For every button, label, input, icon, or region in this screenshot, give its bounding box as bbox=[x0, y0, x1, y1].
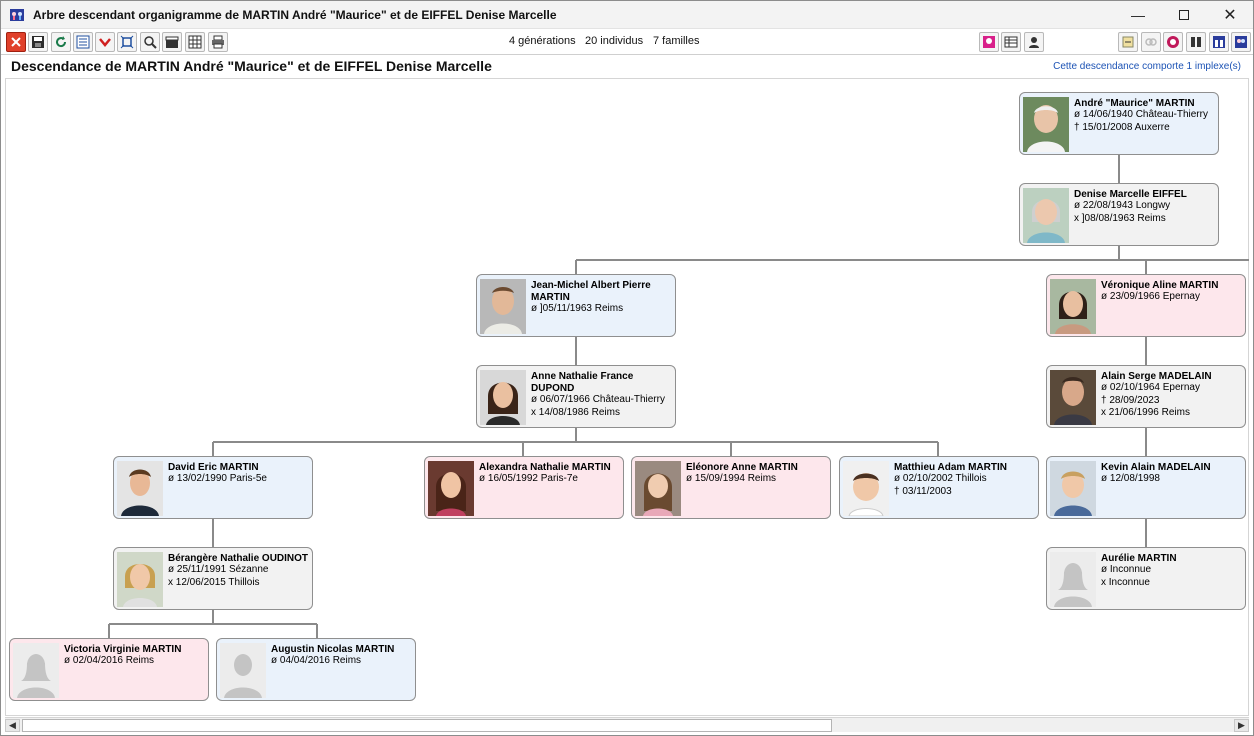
birth-info: ø ]05/11/1963 Reims bbox=[531, 303, 624, 314]
person-name: Jean-Michel Albert Pierre MARTIN bbox=[531, 280, 651, 303]
birth-info: ø 16/05/1992 Paris-7e bbox=[479, 473, 578, 484]
person-card-veronique-martin[interactable]: Véronique Aline MARTIN ø 23/09/1966 Eper… bbox=[1046, 274, 1246, 337]
photo-young-woman bbox=[117, 552, 163, 607]
person-card-matthieu-martin[interactable]: Matthieu Adam MARTIN ø 02/10/2002 Thillo… bbox=[839, 456, 1039, 519]
scrollbar-thumb[interactable] bbox=[22, 719, 832, 732]
placeholder-male-avatar bbox=[220, 643, 266, 698]
scroll-left-button[interactable]: ◀ bbox=[5, 719, 20, 732]
birth-info: ø 04/04/2016 Reims bbox=[271, 655, 362, 666]
person-card-victoria-martin[interactable]: Victoria Virginie MARTIN ø 02/04/2016 Re… bbox=[9, 638, 209, 701]
photo-boy bbox=[1050, 461, 1096, 516]
chevron-left-icon: ◀ bbox=[9, 720, 16, 730]
birth-info: ø 13/02/1990 Paris-5e bbox=[168, 473, 267, 484]
photo-young-man bbox=[117, 461, 163, 516]
horizontal-scrollbar[interactable]: ◀ ▶ bbox=[5, 717, 1249, 732]
person-card-alain-madelain[interactable]: Alain Serge MADELAIN ø 02/10/1964 Eperna… bbox=[1046, 365, 1246, 428]
birth-info: ø 15/09/1994 Reims bbox=[686, 473, 777, 484]
birth-info: ø 12/08/1998 bbox=[1101, 473, 1160, 484]
birth-info: ø 14/06/1940 Château-Thierry bbox=[1074, 109, 1208, 120]
marriage-info: x 12/06/2015 Thillois bbox=[168, 576, 260, 588]
photo-baby bbox=[843, 461, 889, 516]
birth-info: ø 02/10/1964 Epernay bbox=[1101, 382, 1200, 393]
marriage-info: x ]08/08/1963 Reims bbox=[1074, 212, 1166, 224]
photo-man bbox=[1050, 370, 1096, 425]
app-window: Arbre descendant organigramme de MARTIN … bbox=[0, 0, 1254, 736]
death-info: † 15/01/2008 Auxerre bbox=[1074, 121, 1170, 133]
photo-elderly-woman bbox=[1023, 188, 1069, 243]
photo-man bbox=[480, 279, 526, 334]
photo-young-woman bbox=[428, 461, 474, 516]
chevron-right-icon: ▶ bbox=[1238, 720, 1245, 730]
marriage-info: x 21/06/1996 Reims bbox=[1101, 407, 1190, 418]
death-info: † 28/09/2023 bbox=[1101, 394, 1160, 406]
person-card-kevin-madelain[interactable]: Kevin Alain MADELAIN ø 12/08/1998 bbox=[1046, 456, 1246, 519]
person-card-denise-eiffel[interactable]: Denise Marcelle EIFFEL ø 22/08/1943 Long… bbox=[1019, 183, 1219, 246]
photo-elderly-man bbox=[1023, 97, 1069, 152]
birth-info: ø Inconnue bbox=[1101, 564, 1152, 575]
person-card-david-martin[interactable]: David Eric MARTIN ø 13/02/1990 Paris-5e bbox=[113, 456, 313, 519]
death-info: † 03/11/2003 bbox=[894, 485, 952, 497]
person-card-berangere-oudinot[interactable]: Bérangère Nathalie OUDINOT ø 25/11/1991 … bbox=[113, 547, 313, 610]
birth-info: ø 25/11/1991 Sézanne bbox=[168, 564, 269, 575]
birth-info: ø 02/10/2002 Thillois bbox=[894, 473, 987, 484]
birth-info: ø 22/08/1943 Longwy bbox=[1074, 200, 1171, 211]
placeholder-female-avatar bbox=[13, 643, 59, 698]
person-card-eleonore-martin[interactable]: Eléonore Anne MARTIN ø 15/09/1994 Reims bbox=[631, 456, 831, 519]
person-name: Anne Nathalie France DUPOND bbox=[531, 371, 634, 394]
birth-info: ø 06/07/1966 Château-Thierry bbox=[531, 394, 665, 405]
person-card-augustin-martin[interactable]: Augustin Nicolas MARTIN ø 04/04/2016 Rei… bbox=[216, 638, 416, 701]
scroll-right-button[interactable]: ▶ bbox=[1234, 719, 1249, 732]
marriage-info: x 14/08/1986 Reims bbox=[531, 406, 620, 418]
person-card-aurelie-martin[interactable]: Aurélie MARTIN ø Inconnue x Inconnue bbox=[1046, 547, 1246, 610]
person-card-andre-martin[interactable]: André "Maurice" MARTIN ø 14/06/1940 Chât… bbox=[1019, 92, 1219, 155]
placeholder-female-avatar bbox=[1050, 552, 1096, 607]
person-card-anne-dupond[interactable]: Anne Nathalie France DUPOND ø 06/07/1966… bbox=[476, 365, 676, 428]
birth-info: ø 02/04/2016 Reims bbox=[64, 655, 155, 666]
photo-woman bbox=[480, 370, 526, 425]
marriage-info: x Inconnue bbox=[1101, 576, 1150, 588]
person-card-jean-michel-martin[interactable]: Jean-Michel Albert Pierre MARTIN ø ]05/1… bbox=[476, 274, 676, 337]
photo-girl bbox=[635, 461, 681, 516]
photo-woman bbox=[1050, 279, 1096, 334]
person-card-alexandra-martin[interactable]: Alexandra Nathalie MARTIN ø 16/05/1992 P… bbox=[424, 456, 624, 519]
birth-info: ø 23/09/1966 Epernay bbox=[1101, 291, 1200, 302]
